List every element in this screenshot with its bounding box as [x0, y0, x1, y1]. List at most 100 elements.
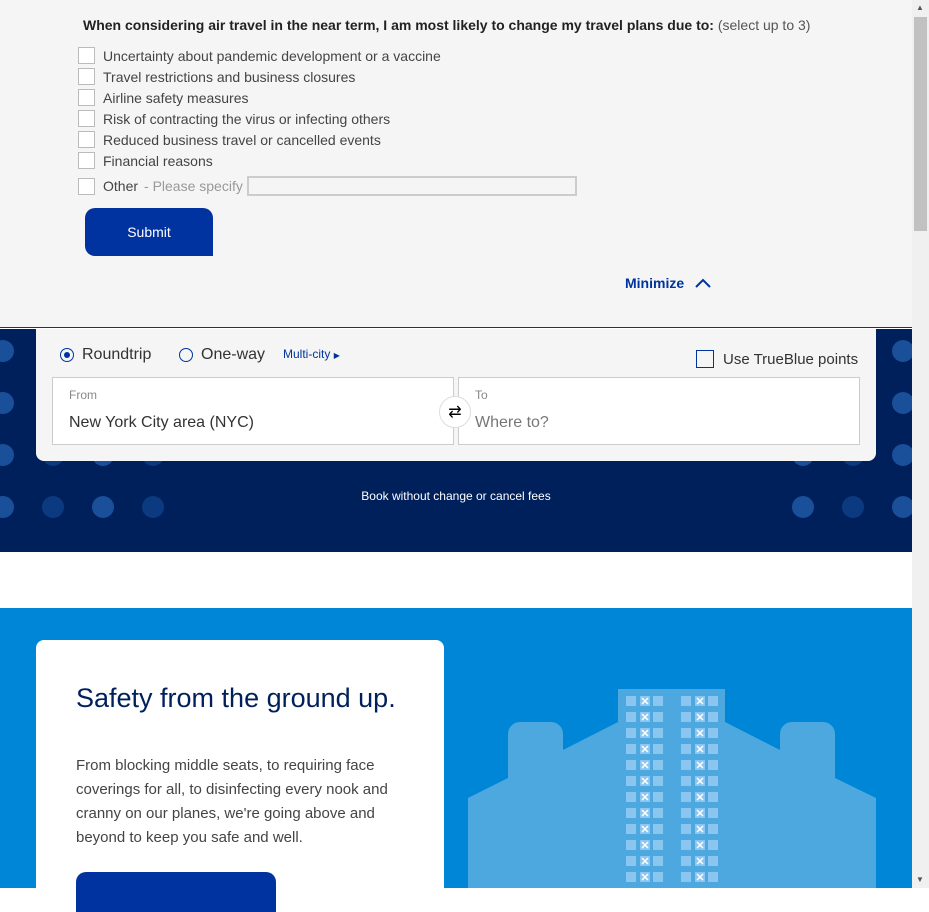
option-label: Airline safety measures [103, 89, 249, 106]
seat [681, 744, 691, 754]
blocked-seat-icon [640, 728, 650, 738]
checkbox[interactable] [78, 152, 95, 169]
seat [626, 808, 636, 818]
blocked-seat-icon [640, 840, 650, 850]
fees-text: Book without change or cancel fees [361, 489, 551, 503]
seat [653, 728, 663, 738]
seat [708, 776, 718, 786]
survey-option[interactable]: Financial reasons [78, 152, 213, 169]
option-label: Other [103, 178, 139, 194]
scrollbar[interactable]: ▲ ▼ [912, 0, 929, 888]
seat [653, 792, 663, 802]
seat [653, 744, 663, 754]
blocked-seat-icon [640, 776, 650, 786]
caret-right-icon: ▶ [333, 351, 340, 360]
blocked-seat-icon [640, 744, 650, 754]
checkbox[interactable] [78, 177, 95, 195]
seat [681, 824, 691, 834]
seat [681, 760, 691, 770]
seat [681, 696, 691, 706]
survey-option[interactable]: Airline safety measures [78, 89, 249, 106]
seat [626, 872, 636, 882]
seat [708, 760, 718, 770]
blocked-seat-icon [695, 792, 705, 802]
seat [653, 840, 663, 850]
survey-option[interactable]: Uncertainty about pandemic development o… [78, 47, 441, 64]
blocked-seat-icon [695, 728, 705, 738]
learn-more-button[interactable] [76, 872, 276, 912]
option-label: Risk of contracting the virus or infecti… [103, 110, 391, 127]
decor-dot [892, 340, 912, 362]
from-field[interactable]: From New York City area (NYC) [52, 377, 454, 445]
decor-dot [0, 444, 14, 466]
checkbox[interactable] [78, 68, 95, 85]
seat [708, 872, 718, 882]
blocked-seat-icon [640, 808, 650, 818]
decor-dot [892, 392, 912, 414]
blocked-seat-icon [640, 792, 650, 802]
multicity-link[interactable]: Multi-city ▶ [283, 347, 340, 361]
booking-form: Roundtrip One-way Multi-city ▶ Use TrueB… [36, 329, 876, 461]
seat [653, 776, 663, 786]
seat [681, 856, 691, 866]
other-input[interactable] [246, 176, 577, 196]
survey-option[interactable]: Other - Please specify [78, 176, 577, 196]
decor-dot [0, 340, 14, 362]
safety-body: From blocking middle seats, to requiring… [76, 757, 388, 846]
seat [681, 728, 691, 738]
option-label: Reduced business travel or cancelled eve… [103, 131, 381, 148]
checkbox[interactable] [78, 47, 95, 64]
seat [626, 696, 636, 706]
seat [626, 824, 636, 834]
checkbox[interactable] [78, 110, 95, 127]
seat [626, 856, 636, 866]
survey-option[interactable]: Risk of contracting the virus or infecti… [78, 110, 390, 127]
chevron-up-icon [695, 278, 711, 288]
seat [681, 776, 691, 786]
seat [626, 728, 636, 738]
trueblue-checkbox[interactable]: Use TrueBlue points [696, 350, 858, 368]
blocked-seat-icon [695, 856, 705, 866]
option-label: Travel restrictions and business closure… [103, 68, 356, 85]
survey-option[interactable]: Reduced business travel or cancelled eve… [78, 131, 381, 148]
submit-button[interactable]: Submit [85, 208, 213, 256]
option-label: Uncertainty about pandemic development o… [103, 47, 441, 64]
roundtrip-radio[interactable]: Roundtrip [60, 346, 151, 364]
seat [708, 744, 718, 754]
blocked-seat-icon [695, 840, 705, 850]
seat [708, 808, 718, 818]
swap-icon[interactable]: ⇄ [439, 396, 471, 428]
seat [626, 840, 636, 850]
seat [708, 856, 718, 866]
scroll-down-icon[interactable]: ▼ [916, 875, 924, 884]
seat [653, 712, 663, 722]
checkbox[interactable] [78, 89, 95, 106]
seat [681, 712, 691, 722]
safety-title: Safety from the ground up. [76, 683, 396, 713]
blocked-seat-icon [695, 696, 705, 706]
seat [653, 872, 663, 882]
blocked-seat-icon [640, 760, 650, 770]
airplane-seats-illustration [468, 689, 876, 888]
checkbox[interactable] [78, 131, 95, 148]
seat [626, 760, 636, 770]
survey-option[interactable]: Travel restrictions and business closure… [78, 68, 355, 85]
seat [653, 824, 663, 834]
scroll-up-icon[interactable]: ▲ [916, 3, 924, 12]
decor-dot [0, 392, 14, 414]
survey-question: When considering air travel in the near … [83, 17, 811, 33]
minimize-button[interactable]: Minimize [625, 275, 712, 291]
blocked-seat-icon [640, 824, 650, 834]
seat [626, 744, 636, 754]
oneway-radio[interactable]: One-way [179, 346, 265, 364]
seat [626, 792, 636, 802]
seat [708, 712, 718, 722]
blocked-seat-icon [695, 808, 705, 818]
blocked-seat-icon [695, 824, 705, 834]
scrollbar-thumb[interactable] [914, 17, 927, 231]
blocked-seat-icon [695, 744, 705, 754]
to-field[interactable]: To Where to? [458, 377, 860, 445]
booking-hero: Roundtrip One-way Multi-city ▶ Use TrueB… [0, 329, 912, 552]
seat [708, 824, 718, 834]
blocked-seat-icon [640, 856, 650, 866]
